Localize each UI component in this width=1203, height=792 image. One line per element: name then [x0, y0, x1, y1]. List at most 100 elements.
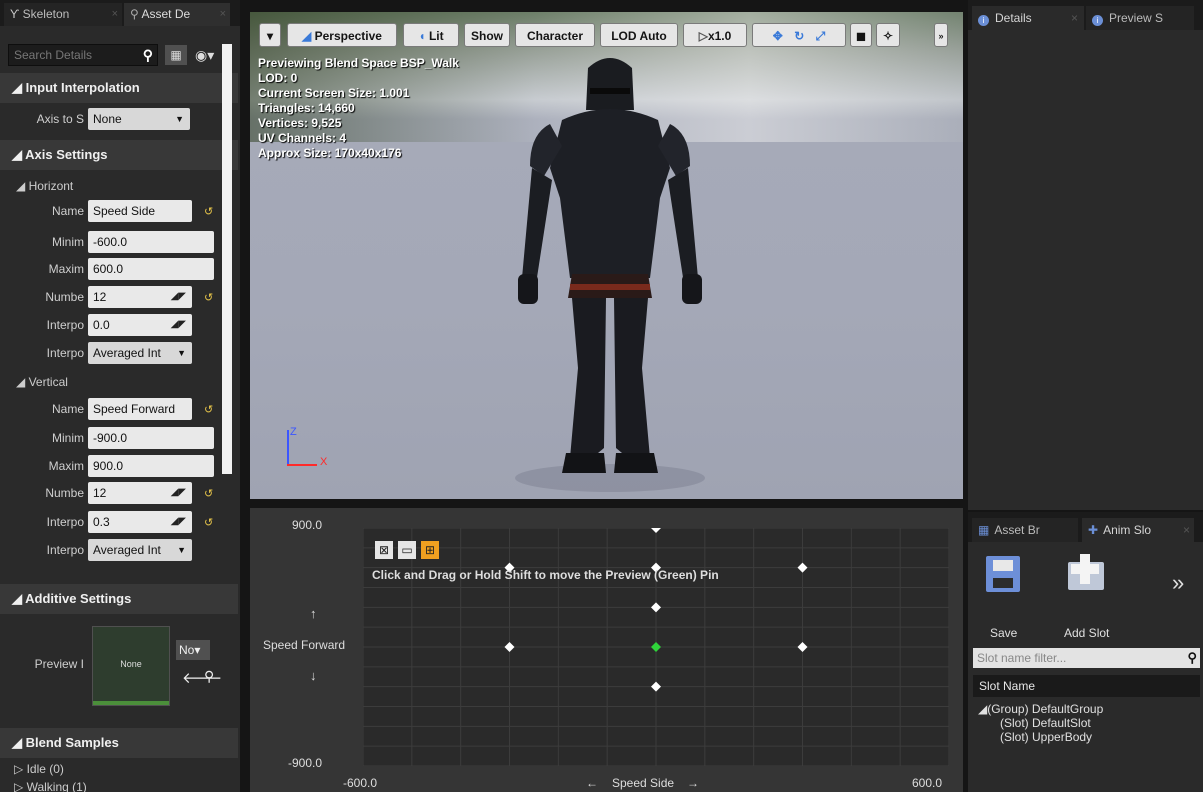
lit-button[interactable]: ◖ Lit [403, 23, 459, 47]
add-slot-icon[interactable] [1068, 554, 1108, 594]
preview-pose-dropdown[interactable]: No▾ [176, 640, 210, 660]
details-scrollbar[interactable] [222, 44, 232, 474]
play-icon: ▷ [698, 29, 708, 43]
blend-sample-point[interactable] [797, 642, 808, 652]
scale-icon[interactable]: ⤢ [816, 29, 826, 43]
search-icon[interactable]: ⚲ [143, 45, 153, 65]
slot-tree-item-upperbody[interactable]: (Slot) UpperBody [1000, 730, 1092, 744]
lod-button[interactable]: LOD Auto [600, 23, 678, 47]
horizontal-axis-group[interactable]: ◢ Horizont [0, 175, 220, 197]
toolbar-overflow-icon[interactable]: » [934, 23, 948, 47]
perspective-button[interactable]: ◢ Perspective [287, 23, 397, 47]
h-min-input[interactable]: -600.0 [88, 231, 214, 253]
section-additive-settings[interactable]: ◢ Additive Settings [0, 584, 238, 614]
stats-vertices-line: Vertices: 9,525 [258, 116, 342, 130]
h-name-label: Name [51, 204, 84, 218]
thumbnail-bar [93, 701, 169, 705]
tab-skeleton[interactable]: Ƴ Skeleton × [4, 3, 122, 26]
section-input-interpolation[interactable]: ◢ Input Interpolation [0, 73, 238, 103]
section-axis-settings[interactable]: ◢ Axis Settings [0, 140, 238, 170]
reset-default-icon[interactable]: ↺ [204, 487, 213, 500]
tab-details[interactable]: i Details × [972, 6, 1084, 30]
stats-lod-line: LOD: 0 [258, 71, 298, 85]
blend-sample-item[interactable]: ▷ Idle (0) [0, 760, 220, 778]
playback-speed-button[interactable]: ▷x1.0 [683, 23, 747, 47]
tab-preview-settings[interactable]: i Preview S [1086, 6, 1194, 30]
v-name-input[interactable]: Speed Forward [88, 398, 192, 420]
blend-sample-point[interactable] [504, 642, 515, 652]
blend-sample-point[interactable] [651, 602, 661, 613]
v-max-label: Maxim [48, 459, 84, 473]
blend-sample-point[interactable] [651, 523, 661, 533]
knight-character-mesh[interactable] [500, 48, 720, 498]
slot-name-header[interactable]: Slot Name [973, 675, 1200, 697]
v-grid-num-input[interactable]: 12 ◢◤ [88, 482, 192, 504]
save-icon[interactable] [986, 556, 1020, 592]
slot-tree-group-default[interactable]: ◢(Group) DefaultGroup [978, 702, 1103, 716]
section-blend-samples[interactable]: ◢ Blend Samples [0, 728, 238, 758]
blend-space-plot[interactable] [362, 523, 950, 767]
show-button[interactable]: Show [464, 23, 510, 47]
translate-icon[interactable]: ✥ [773, 29, 783, 43]
h-interp-type-dropdown[interactable]: Averaged Int ▼ [88, 342, 192, 364]
tab-asset-browser[interactable]: ▦ Asset Br [972, 518, 1078, 542]
preview-pose-thumbnail[interactable]: None [92, 626, 170, 706]
show-animation-names-icon[interactable]: ⊞ [421, 541, 439, 559]
slot-name-filter-input[interactable]: Slot name filter... ⚲ [973, 648, 1200, 668]
reset-default-icon[interactable]: ↺ [204, 516, 213, 529]
add-slot-button-label[interactable]: Add Slot [1064, 626, 1109, 640]
vertical-axis-group[interactable]: ◢ Vertical [0, 371, 220, 393]
v-interp-type-dropdown[interactable]: Averaged Int ▼ [88, 539, 192, 561]
viewport-options-button[interactable]: ▾ [259, 23, 281, 47]
resize-icon: ◢◤ [170, 487, 186, 498]
local-space-icon[interactable]: ◼ [850, 23, 872, 47]
use-selected-arrow-icon[interactable]: 🡐 [182, 668, 222, 687]
preview-pin-point[interactable] [651, 642, 661, 652]
fit-to-view-icon[interactable]: ⊠ [375, 541, 393, 559]
asset-icon: ⚲ [130, 7, 142, 21]
h-grid-num-input[interactable]: 12 ◢◤ [88, 286, 192, 308]
filter-spacer [973, 646, 974, 647]
more-chevron-icon[interactable]: » [1172, 570, 1184, 596]
reset-default-icon[interactable]: ↺ [204, 403, 213, 416]
browse-search-icon[interactable]: ⚲ [204, 668, 214, 685]
search-details-input[interactable]: Search Details ⚲ [8, 44, 158, 66]
asset-browser-icon: ▦ [978, 523, 990, 537]
close-icon[interactable]: × [112, 3, 118, 25]
reset-default-icon[interactable]: ↺ [204, 291, 213, 304]
h-max-input[interactable]: 600.0 [88, 258, 214, 280]
rotate-icon[interactable]: ↻ [794, 29, 804, 43]
save-icon-slot [993, 578, 1013, 588]
v-name-label: Name [51, 402, 84, 416]
z-axis-label: Z [290, 426, 297, 438]
tab-asset-details[interactable]: ⚲ Asset De × [124, 3, 230, 26]
close-icon[interactable]: × [220, 3, 226, 25]
tab-anim-slot-manager[interactable]: ✚ Anim Slo × [1082, 518, 1194, 542]
save-button-label[interactable]: Save [990, 626, 1017, 640]
search-icon[interactable]: ⚲ [1187, 648, 1197, 668]
info-icon: i [978, 15, 989, 26]
surface-snap-icon[interactable]: ✧ [876, 23, 900, 47]
h-interp-time-input[interactable]: 0.0 ◢◤ [88, 314, 192, 336]
close-icon[interactable]: × [1183, 518, 1190, 542]
chevron-down-icon: ▼ [177, 545, 186, 555]
blend-sample-point[interactable] [797, 562, 808, 573]
property-matrix-icon[interactable]: ▦ [165, 45, 187, 65]
preview-viewport[interactable]: ▾ ◢ Perspective ◖ Lit Show Character LOD… [250, 12, 963, 499]
blend-space-grid[interactable] [362, 523, 950, 767]
v-max-input[interactable]: 900.0 [88, 455, 214, 477]
reset-default-icon[interactable]: ↺ [204, 205, 213, 218]
show-triangulation-icon[interactable]: ▭ [398, 541, 416, 559]
blend-sample-point[interactable] [651, 681, 661, 692]
v-interp-type-label: Interpo [46, 543, 84, 557]
blend-sample-item[interactable]: ▷ Walking (1) [0, 778, 220, 792]
h-name-input[interactable]: Speed Side [88, 200, 192, 222]
right-top-tab-bar: i Details × i Preview S [968, 0, 1203, 30]
v-interp-time-input[interactable]: 0.3 ◢◤ [88, 511, 192, 533]
character-button[interactable]: Character [515, 23, 595, 47]
v-min-input[interactable]: -900.0 [88, 427, 214, 449]
axis-to-scale-dropdown[interactable]: None ▼ [88, 108, 190, 130]
slot-tree-item-default[interactable]: (Slot) DefaultSlot [1000, 716, 1091, 730]
h-grid-num-label: Numbe [45, 290, 84, 304]
close-icon[interactable]: × [1071, 6, 1078, 30]
